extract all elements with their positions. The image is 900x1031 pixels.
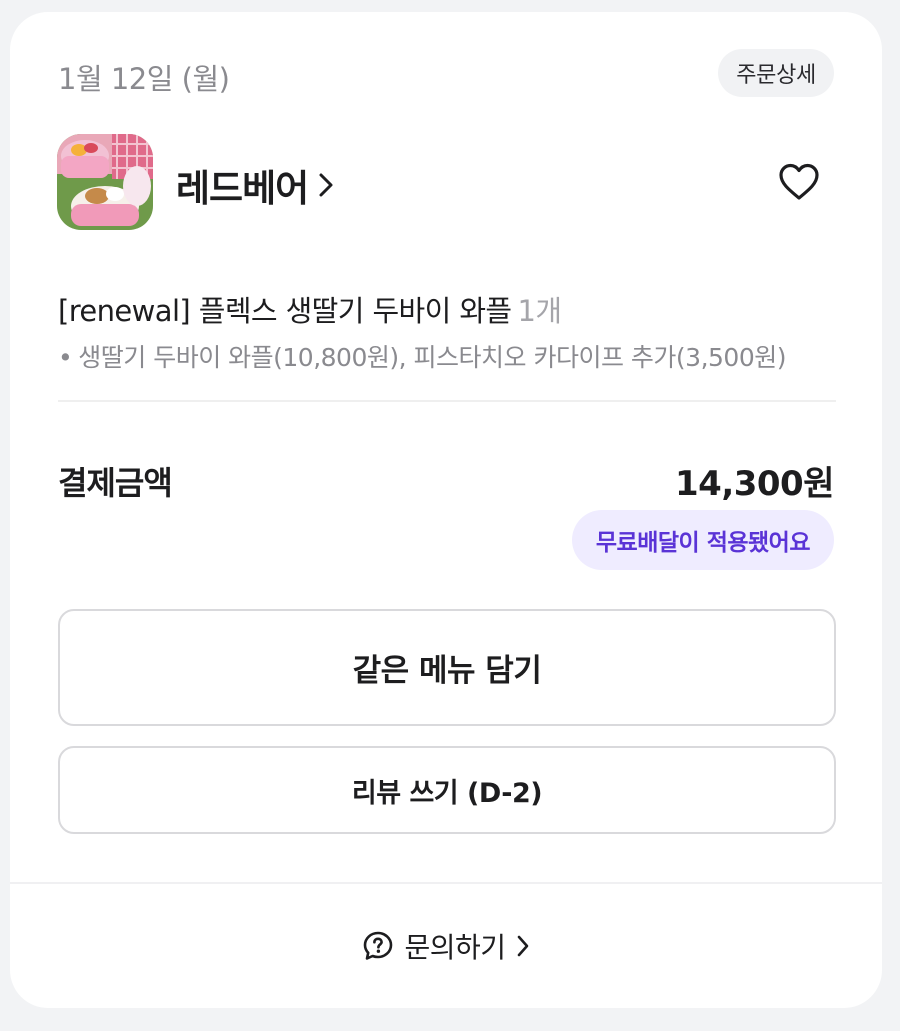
- item-options-text: 생딸기 두바이 와플(10,800원), 피스타치오 카다이프 추가(3,500…: [78, 343, 786, 372]
- divider: [58, 400, 836, 402]
- inquiry-button[interactable]: 문의하기: [10, 884, 882, 1008]
- item-title: [renewal] 플렉스 생딸기 두바이 와플 1개: [58, 288, 562, 330]
- chevron-right-icon: [318, 171, 334, 199]
- order-date: 1월 12일 (월): [58, 62, 230, 96]
- reorder-button[interactable]: 같은 메뉴 담기: [58, 609, 836, 726]
- order-detail-button[interactable]: 주문상세: [718, 49, 834, 97]
- payment-label: 결제금액: [58, 464, 173, 502]
- store-name: 레드베어: [176, 167, 309, 210]
- free-delivery-badge: 무료배달이 적용됐어요: [571, 510, 834, 570]
- item-options: • 생딸기 두바이 와플(10,800원), 피스타치오 카다이프 추가(3,50…: [58, 338, 838, 374]
- question-icon: [362, 930, 394, 962]
- store-name-link[interactable]: 레드베어: [176, 158, 334, 212]
- item-name: [renewal] 플렉스 생딸기 두바이 와플: [58, 294, 512, 328]
- heart-icon[interactable]: [778, 162, 820, 202]
- bullet-icon: •: [58, 343, 73, 372]
- order-card: 1월 12일 (월) 주문상세 레드베어 [renewal] 플렉스 생딸기 두…: [10, 12, 882, 1008]
- inquiry-label: 문의하기: [404, 931, 506, 964]
- chevron-right-icon: [516, 934, 530, 958]
- item-quantity: 1개: [517, 294, 562, 328]
- store-photo-icon[interactable]: [57, 134, 153, 230]
- write-review-button[interactable]: 리뷰 쓰기 (D-2): [58, 746, 836, 834]
- payment-amount: 14,300원: [675, 464, 834, 504]
